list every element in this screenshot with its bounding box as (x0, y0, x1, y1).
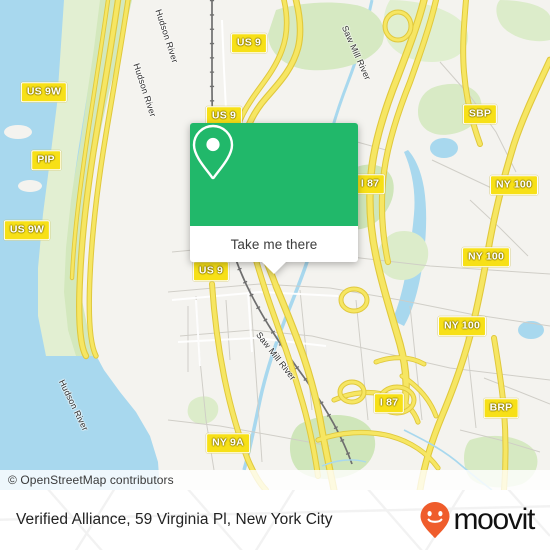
moovit-wordmark: moovit (453, 503, 535, 536)
highway-shield: NY 100 (489, 175, 539, 195)
highway-shield: NY 100 (461, 247, 511, 267)
highway-shield: US 9 (192, 261, 230, 281)
highway-shield: SBP (462, 104, 498, 124)
map-pin-icon (192, 124, 234, 180)
moovit-smiling-pin-icon (420, 502, 450, 538)
highway-shield: US 9 (230, 33, 268, 53)
place-title: Verified Alliance, 59 Virginia Pl, New Y… (16, 511, 333, 528)
footer-bar: Verified Alliance, 59 Virginia Pl, New Y… (0, 490, 550, 550)
attribution-bar: © OpenStreetMap contributors (0, 470, 550, 490)
highway-shield: PIP (31, 150, 61, 170)
highway-shield: I 87 (373, 393, 405, 413)
highway-shield: US 9W (3, 220, 51, 240)
highway-shield: US 9W (20, 82, 68, 102)
destination-popup-card[interactable]: Take me there (190, 123, 358, 274)
map-canvas[interactable]: Hudson River Hudson River Hudson River Saw … (0, 0, 550, 490)
pond-upper-right (430, 138, 458, 158)
highway-shield: BRP (483, 398, 519, 418)
pond-right (518, 321, 544, 339)
west-clearing-1 (4, 125, 32, 139)
take-me-there-label: Take me there (230, 236, 318, 252)
moovit-map-screenshot: Hudson River Hudson River Hudson River Saw … (0, 0, 550, 550)
highway-shield: I 87 (354, 174, 386, 194)
popup-pointer-tail (262, 262, 286, 274)
highway-shield: NY 9A (206, 433, 250, 453)
west-clearing-2 (18, 180, 42, 192)
take-me-there-button[interactable]: Take me there (190, 226, 358, 262)
moovit-logo[interactable]: moovit (419, 501, 535, 539)
highway-shield: NY 100 (437, 316, 487, 336)
popup-header (190, 123, 358, 226)
osm-attribution-text: © OpenStreetMap contributors (8, 473, 174, 487)
